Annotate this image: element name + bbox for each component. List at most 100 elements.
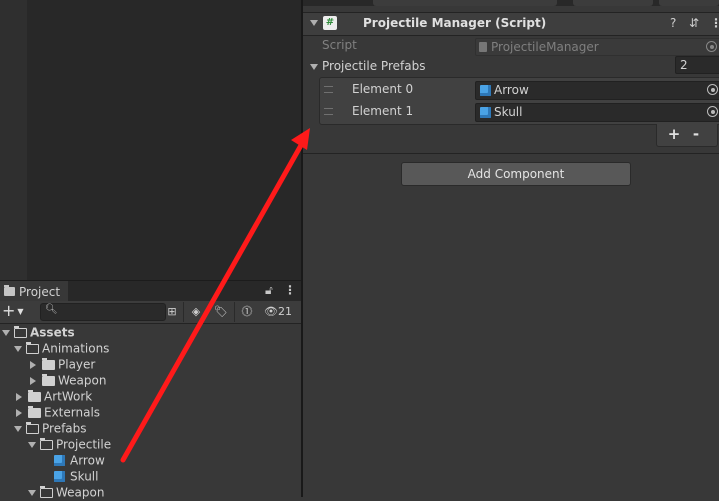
tree-item-label: Weapon xyxy=(58,373,107,388)
object-picker-icon xyxy=(706,41,717,52)
help-icon[interactable]: ? xyxy=(670,16,676,30)
object-picker-icon[interactable] xyxy=(707,84,718,95)
expand-arrow-down-icon[interactable] xyxy=(28,489,36,496)
folder-icon xyxy=(42,357,55,370)
add-element-button[interactable]: + xyxy=(665,125,683,143)
object-picker-icon[interactable] xyxy=(707,106,718,117)
element-label: Element 0 xyxy=(352,82,414,96)
inspector-top-button[interactable] xyxy=(373,0,557,6)
tree-item-label: Skull xyxy=(70,469,99,484)
expand-arrow-down-icon[interactable] xyxy=(14,345,22,352)
eye-slash-icon: 👁︎ xyxy=(264,305,278,318)
tree-item-folder[interactable]: Weapon xyxy=(28,484,104,500)
left-toolbar-strip xyxy=(0,0,27,280)
tree-item-label: Arrow xyxy=(70,453,105,468)
component-header[interactable]: # Projectile Manager (Script) ? ⇵ ⋮ xyxy=(303,12,719,36)
kebab-menu-icon[interactable]: ⋮ xyxy=(284,283,296,297)
folder-open-icon xyxy=(40,485,53,498)
tree-item-label: Weapon xyxy=(56,485,105,500)
object-field[interactable]: Arrow xyxy=(475,81,719,100)
list-element-row[interactable]: Element 0 Arrow xyxy=(320,79,719,101)
project-search-field[interactable]: 🔍︎ xyxy=(40,303,166,321)
object-field-value: Arrow xyxy=(494,83,529,97)
tree-item-label: Prefabs xyxy=(42,421,87,436)
project-tab-bar: Project 🔓︎ ⋮ xyxy=(0,280,301,302)
project-tab[interactable]: Project xyxy=(0,281,68,302)
tree-item-folder[interactable]: Weapon xyxy=(28,372,106,388)
project-panel: Project 🔓︎ ⋮ + ▼ 🔍︎ ⊞ ◈ 🏷︎ ⓵ 👁︎21 Assets A… xyxy=(0,280,301,500)
tree-item-label: Externals xyxy=(44,405,101,420)
folder-icon xyxy=(28,389,41,402)
filter-by-label-icon[interactable]: 🏷︎ xyxy=(210,302,232,322)
folder-icon xyxy=(42,373,55,386)
folder-open-icon xyxy=(40,437,53,450)
inspector-top-strip xyxy=(303,0,719,6)
folder-icon xyxy=(4,285,15,296)
hidden-packages-toggle[interactable]: 👁︎21 xyxy=(264,302,292,322)
script-file-icon xyxy=(479,42,487,52)
prefab-cube-icon xyxy=(54,455,65,466)
tree-item-label: Assets xyxy=(30,325,75,340)
tree-item-label: Projectile xyxy=(56,437,112,452)
toolbar-divider xyxy=(183,302,184,322)
expand-arrow-right-icon[interactable] xyxy=(16,392,22,401)
prefab-cube-icon xyxy=(54,471,65,482)
search-input[interactable] xyxy=(57,304,161,320)
kebab-menu-icon[interactable]: ⋮ xyxy=(710,16,719,30)
filter-by-type-icon[interactable]: ◈ xyxy=(185,302,207,322)
inspector-panel: # Projectile Manager (Script) ? ⇵ ⋮ Scri… xyxy=(303,0,719,497)
prefab-cube-icon xyxy=(480,107,491,118)
expand-arrow-right-icon[interactable] xyxy=(16,408,22,417)
script-icon: # xyxy=(323,16,337,30)
log-filter-icon[interactable]: ⓵ xyxy=(236,302,258,322)
toolbar-divider xyxy=(234,302,235,322)
drag-handle-icon[interactable] xyxy=(324,86,333,93)
prefab-cube-icon xyxy=(480,85,491,96)
list-elements-box: Element 0 Arrow Element 1 Skull xyxy=(319,77,719,125)
tree-item-folder[interactable]: Assets xyxy=(2,324,75,340)
foldout-arrow-icon[interactable] xyxy=(310,63,318,70)
create-dropdown-button[interactable]: + ▼ xyxy=(2,302,28,320)
lock-icon[interactable]: 🔓︎ xyxy=(265,283,273,298)
list-size-field[interactable]: 2 xyxy=(675,56,719,74)
tree-item-folder[interactable]: Player xyxy=(28,356,95,372)
list-label: Projectile Prefabs xyxy=(322,59,426,73)
tree-item-folder[interactable]: Projectile xyxy=(28,436,111,452)
tree-item-folder[interactable]: ArtWork xyxy=(14,388,92,404)
script-field: ProjectileManager xyxy=(475,38,719,56)
project-folder-tree: Assets Animations Player Weapon ArtWork Exter… xyxy=(0,324,301,500)
tree-item-prefab[interactable]: Arrow xyxy=(42,452,105,468)
tree-item-folder[interactable]: Prefabs xyxy=(14,420,87,436)
remove-element-button[interactable]: - xyxy=(687,125,705,143)
tree-item-folder[interactable]: Externals xyxy=(14,404,100,420)
tree-item-label: ArtWork xyxy=(44,389,93,404)
expand-arrow-down-icon[interactable] xyxy=(28,441,36,448)
hidden-count: 21 xyxy=(277,305,292,318)
script-value: ProjectileManager xyxy=(491,40,599,54)
inspector-top-button[interactable] xyxy=(573,0,653,6)
list-foldout[interactable]: Projectile Prefabs xyxy=(310,59,425,73)
expand-arrow-right-icon[interactable] xyxy=(30,376,36,385)
collapse-arrow-icon[interactable] xyxy=(310,20,318,26)
component-separator xyxy=(303,153,719,154)
object-field[interactable]: Skull xyxy=(475,103,719,122)
tree-item-label: Animations xyxy=(42,341,110,356)
list-footer: + - xyxy=(656,124,718,147)
scene-hierarchy-area xyxy=(0,0,301,280)
expand-arrow-right-icon[interactable] xyxy=(30,360,36,369)
tree-item-prefab[interactable]: Skull xyxy=(42,468,98,484)
folder-icon xyxy=(28,405,41,418)
list-element-row[interactable]: Element 1 Skull xyxy=(320,101,719,123)
script-label: Script xyxy=(322,38,357,52)
inspector-top-button[interactable] xyxy=(659,0,719,6)
presets-icon[interactable]: ⇵ xyxy=(689,16,699,30)
search-icon: 🔍︎ xyxy=(45,304,58,315)
list-size-value: 2 xyxy=(680,58,688,72)
tree-item-folder[interactable]: Animations xyxy=(14,340,109,356)
add-component-button[interactable]: Add Component xyxy=(401,162,631,186)
expand-arrow-down-icon[interactable] xyxy=(14,425,22,432)
drag-handle-icon[interactable] xyxy=(324,108,333,115)
project-tab-label: Project xyxy=(19,284,61,299)
search-by-type-icon[interactable]: ⊞ xyxy=(161,302,183,322)
expand-arrow-down-icon[interactable] xyxy=(2,329,10,336)
